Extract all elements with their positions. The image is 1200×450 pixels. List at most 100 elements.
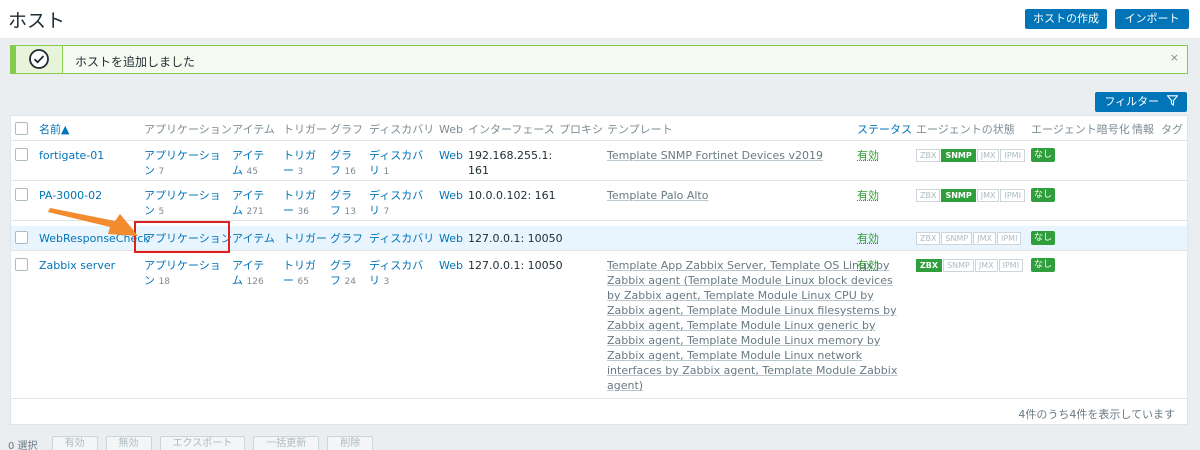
col-agent-status-header: エージェントの状態 [916, 123, 1015, 136]
col-info-header: 情報 [1132, 123, 1154, 136]
agent-ipmi: IPMI [1000, 149, 1025, 162]
items-link[interactable]: アイテム 45 [232, 148, 264, 180]
triggers-link[interactable]: トリガー 3 [283, 148, 316, 180]
mass-action-bar: 0 選択 有効 無効 エクスポート 一括更新 削除 [8, 436, 374, 450]
agent-zbx: ZBX [916, 149, 941, 162]
host-name-link[interactable]: fortigate-01 [39, 148, 104, 163]
page-title: ホスト [8, 10, 66, 32]
agent-snmp: SNMP [941, 189, 976, 202]
create-host-button[interactable]: ホストの作成 [1025, 9, 1107, 29]
template-link[interactable]: Template Palo Alto [607, 188, 847, 203]
discovery-link[interactable]: ディスカバリ 1 [369, 148, 423, 180]
agent-zbx: ZBX [916, 232, 941, 245]
row-checkbox[interactable] [15, 231, 28, 244]
interface-value: 192.168.255.1: 161 [468, 149, 553, 177]
status-link[interactable]: 有効 [857, 258, 879, 273]
funnel-icon [1165, 95, 1179, 106]
discovery-link[interactable]: ディスカバリ 3 [369, 258, 423, 290]
results-count: 4件のうち4件を表示しています [1018, 408, 1175, 421]
delete-button[interactable]: 削除 [327, 436, 374, 450]
status-link[interactable]: 有効 [857, 148, 879, 163]
agent-ipmi: IPMI [1000, 189, 1025, 202]
col-name-header[interactable]: 名前▲ [39, 122, 69, 137]
export-button[interactable]: エクスポート [159, 436, 246, 450]
agent-snmp: SNMP [943, 259, 974, 272]
agent-ipmi: IPMI [998, 259, 1024, 272]
encryption-badge: なし [1031, 188, 1055, 202]
triggers-link[interactable]: トリガー 65 [283, 258, 316, 290]
web-link[interactable]: Web [439, 188, 463, 203]
graphs-link[interactable]: グラフ 13 [330, 188, 356, 220]
discovery-link[interactable]: ディスカバリ 7 [369, 188, 423, 220]
applications-link[interactable]: アプリケーション 18 [144, 258, 221, 290]
agent-jmx: JMX [973, 232, 996, 245]
items-link[interactable]: アイテム [232, 231, 275, 246]
encryption-badge: なし [1031, 231, 1055, 245]
selected-count: 0 選択 [8, 440, 38, 450]
agent-availability: ZBX SNMP JMX IPMI [916, 259, 1024, 272]
col-discovery-header: ディスカバリ [369, 123, 435, 136]
agent-availability: ZBX SNMP JMX IPMI [916, 149, 1025, 162]
row-checkbox[interactable] [15, 148, 28, 161]
web-link[interactable]: Web [439, 231, 463, 246]
applications-link[interactable]: アプリケーション 5 [144, 188, 221, 220]
col-encryption-header: エージェント暗号化 [1031, 123, 1130, 136]
mass-update-button[interactable]: 一括更新 [253, 436, 320, 450]
close-icon[interactable]: × [1170, 51, 1179, 64]
hosts-table: 名前▲ アプリケーション アイテム トリガー グラフ ディスカバリ Web イン… [10, 115, 1188, 425]
items-link[interactable]: アイテム 126 [232, 258, 264, 290]
row-checkbox[interactable] [15, 188, 28, 201]
col-web-header: Web [439, 123, 463, 136]
success-message: ホストを追加しました × [10, 45, 1188, 74]
col-interface-header: インターフェース [468, 123, 555, 136]
interface-value: 127.0.0.1: 10050 [468, 232, 563, 245]
web-link[interactable]: Web [439, 148, 463, 163]
triggers-link[interactable]: トリガー [283, 231, 327, 246]
discovery-link[interactable]: ディスカバリ [369, 231, 434, 246]
items-link[interactable]: アイテム 271 [232, 188, 264, 220]
col-proxy-header: プロキシ [559, 123, 603, 136]
filter-label: フィルター [1104, 95, 1160, 108]
status-link[interactable]: 有効 [857, 188, 879, 203]
host-name-link[interactable]: Zabbix server [39, 258, 115, 273]
encryption-badge: なし [1031, 258, 1055, 272]
agent-availability: ZBX SNMP JMX IPMI [916, 189, 1025, 202]
col-status-header[interactable]: ステータス [857, 122, 912, 137]
agent-snmp: SNMP [941, 232, 973, 245]
template-list[interactable]: Template App Zabbix Server, Template OS … [607, 258, 897, 393]
col-applications-header: アプリケーション [144, 123, 232, 136]
interface-value: 127.0.0.1: 10050 [468, 259, 563, 272]
enable-button[interactable]: 有効 [51, 436, 98, 450]
row-checkbox[interactable] [15, 258, 28, 271]
col-graphs-header: グラフ [330, 123, 363, 136]
web-link[interactable]: Web [439, 258, 463, 273]
col-templates-header: テンプレート [607, 123, 673, 136]
col-tags-header: タグ [1161, 123, 1183, 136]
agent-availability: ZBX SNMP JMX IPMI [916, 232, 1022, 245]
col-triggers-header: トリガー [283, 123, 327, 136]
agent-ipmi: IPMI [997, 232, 1022, 245]
encryption-badge: なし [1031, 148, 1055, 162]
template-link[interactable]: Template SNMP Fortinet Devices v2019 [607, 148, 847, 163]
agent-zbx: ZBX [916, 259, 943, 272]
col-items-header: アイテム [232, 123, 275, 136]
check-circle-icon [29, 49, 49, 69]
host-name-link[interactable]: PA-3000-02 [39, 188, 102, 203]
filter-button[interactable]: フィルター [1095, 92, 1187, 112]
agent-zbx: ZBX [916, 189, 941, 202]
triggers-link[interactable]: トリガー 36 [283, 188, 316, 220]
applications-link[interactable]: アプリケーション 7 [144, 148, 221, 180]
graphs-link[interactable]: グラフ 16 [330, 148, 356, 180]
disable-button[interactable]: 無効 [105, 436, 152, 450]
arrow-annotation [48, 208, 138, 236]
graphs-link[interactable]: グラフ [330, 231, 363, 246]
status-link[interactable]: 有効 [857, 231, 879, 246]
select-all-checkbox[interactable] [15, 122, 28, 135]
graphs-link[interactable]: グラフ 24 [330, 258, 356, 290]
agent-jmx: JMX [976, 149, 1000, 162]
interface-value: 10.0.0.102: 161 [468, 189, 556, 202]
page-header: ホスト ホストの作成 インポート [0, 0, 1200, 38]
agent-jmx: JMX [976, 189, 1000, 202]
import-button[interactable]: インポート [1115, 9, 1189, 29]
highlight-box [134, 221, 230, 253]
